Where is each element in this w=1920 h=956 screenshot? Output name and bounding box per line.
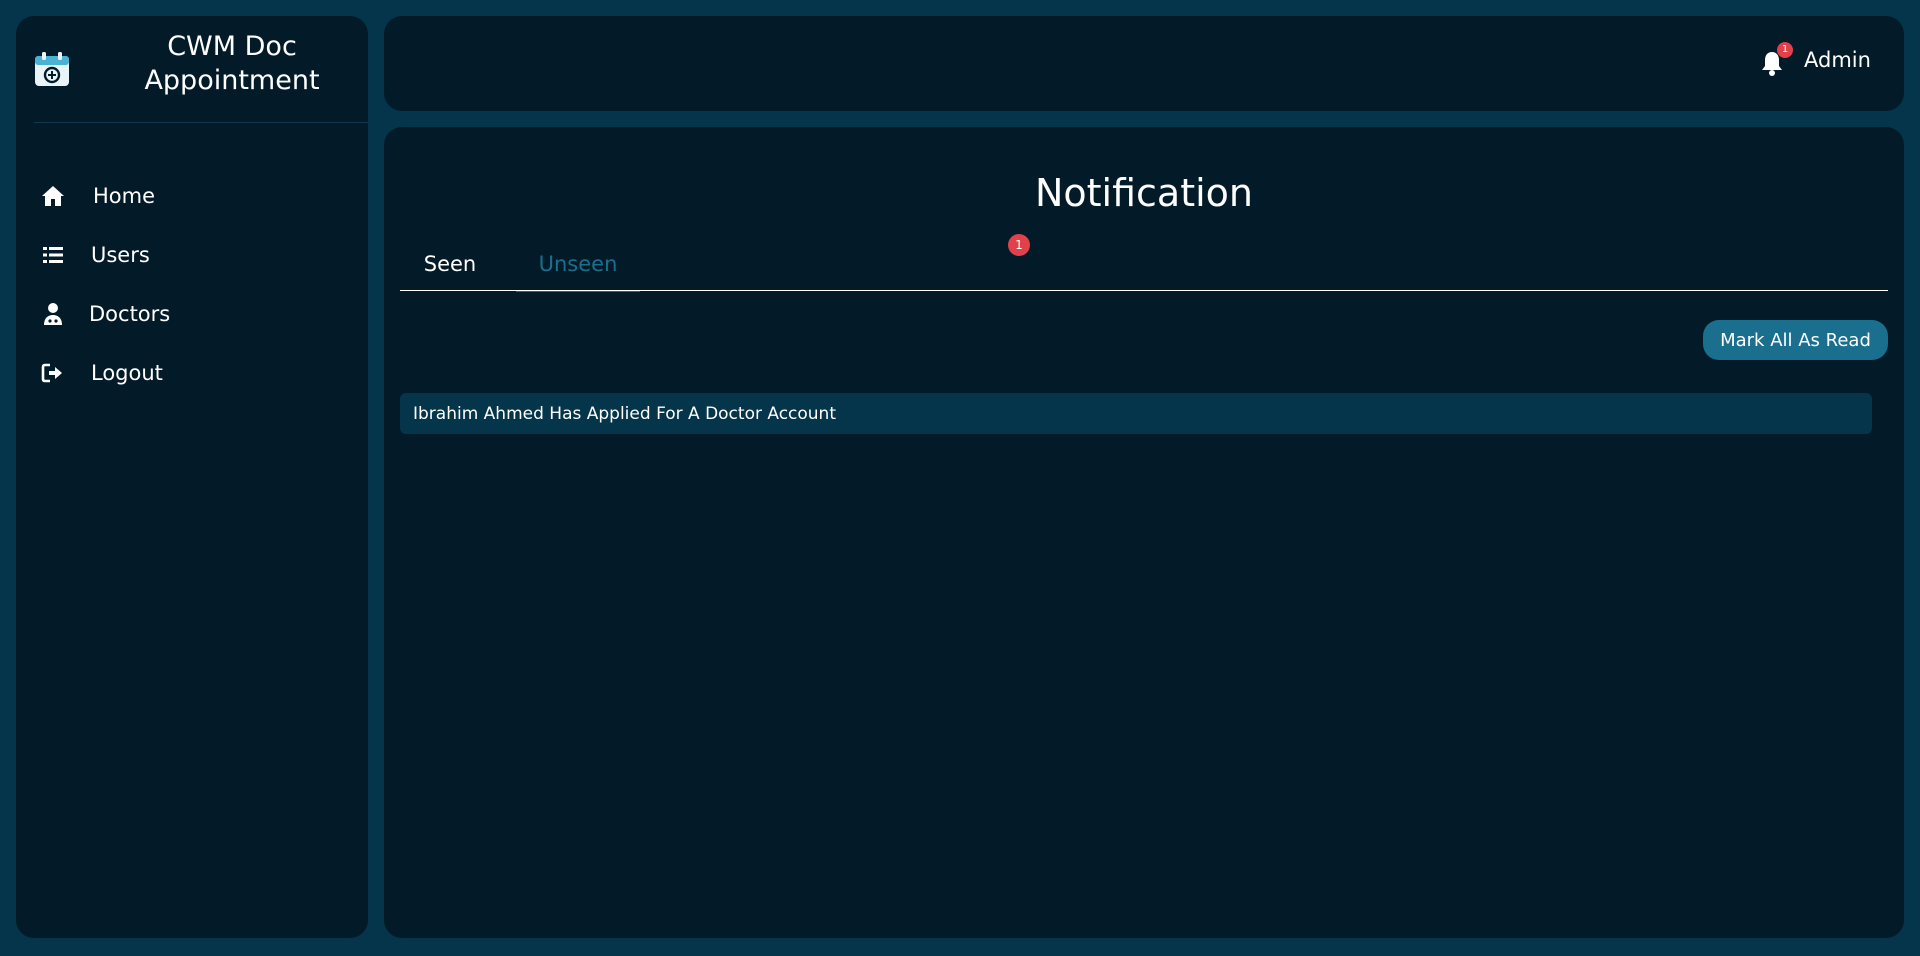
- sidebar-item-home[interactable]: Home: [16, 166, 368, 225]
- notification-list: Ibrahim Ahmed Has Applied For A Doctor A…: [400, 393, 1872, 434]
- home-icon: [40, 183, 66, 209]
- page-title: Notification: [1034, 171, 1254, 215]
- tab-label: Unseen: [538, 252, 618, 276]
- sidebar-item-label: Users: [91, 242, 150, 267]
- calendar-plus-icon: [32, 50, 72, 90]
- main-content: Notification Seen Unseen 1 Mark All As R…: [384, 127, 1904, 938]
- sidebar-item-label: Doctors: [89, 301, 171, 326]
- sidebar: CWM Doc Appointment Home Users Doctors L…: [16, 16, 368, 938]
- tab-seen[interactable]: Seen: [400, 237, 500, 291]
- sidebar-item-doctors[interactable]: Doctors: [16, 284, 368, 343]
- sidebar-item-label: Home: [93, 183, 156, 208]
- user-name[interactable]: Admin: [1804, 48, 1871, 72]
- logout-icon: [40, 360, 66, 386]
- sidebar-item-logout[interactable]: Logout: [16, 343, 368, 402]
- sidebar-divider: [34, 122, 368, 123]
- notification-tabs: Seen Unseen: [400, 237, 1888, 297]
- tab-unseen[interactable]: Unseen: [516, 237, 640, 292]
- sidebar-item-label: Logout: [91, 360, 163, 385]
- sidebar-menu: Home Users Doctors Logout: [16, 166, 368, 402]
- top-bar: 1 Admin: [384, 16, 1904, 111]
- doctor-icon: [40, 301, 66, 327]
- tabs-divider: [400, 290, 1888, 291]
- brand: CWM Doc Appointment: [16, 16, 368, 122]
- sidebar-item-users[interactable]: Users: [16, 225, 368, 284]
- notification-item[interactable]: Ibrahim Ahmed Has Applied For A Doctor A…: [400, 393, 1872, 434]
- app-title: CWM Doc Appointment: [144, 31, 320, 96]
- notification-count-badge: 1: [1777, 42, 1793, 58]
- list-icon: [40, 242, 66, 268]
- mark-all-read-button[interactable]: Mark All As Read: [1703, 320, 1888, 360]
- unseen-count-badge: 1: [1008, 234, 1030, 256]
